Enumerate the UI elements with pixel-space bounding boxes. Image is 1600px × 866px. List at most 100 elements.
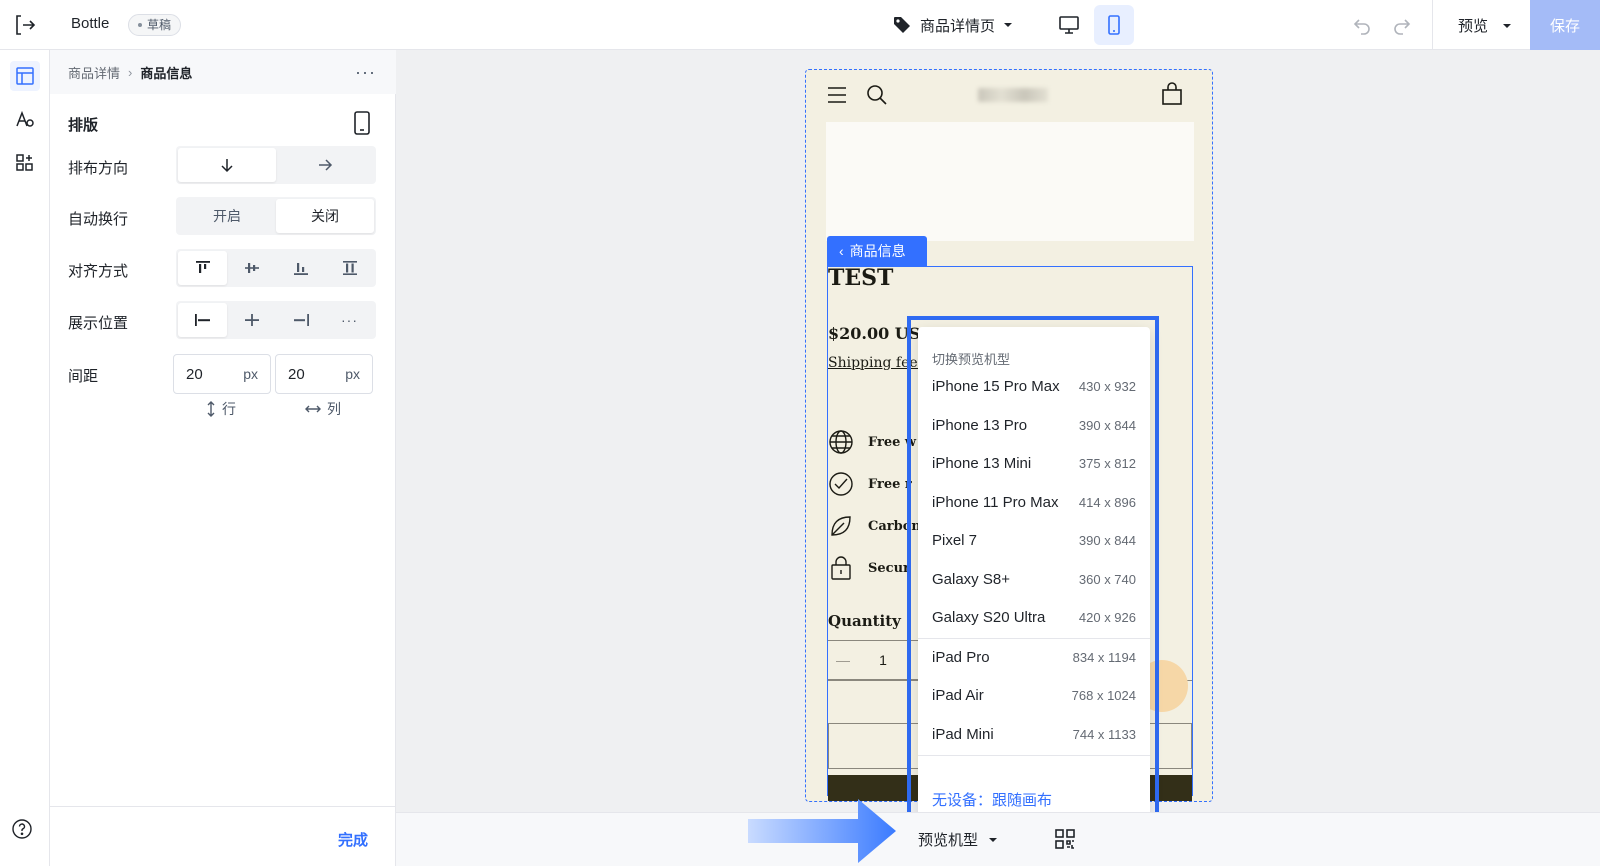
device-option[interactable]: iPhone 11 Pro Max 414 x 896 (918, 483, 1150, 521)
device-size: 414 x 896 (1078, 494, 1136, 510)
desktop-view-button[interactable] (1049, 5, 1089, 45)
preview-button[interactable]: 预览 (1458, 15, 1512, 36)
device-size: 420 x 926 (1078, 609, 1136, 625)
breadcrumb-current: 商品信息 (140, 65, 193, 81)
device-option[interactable]: iPhone 13 Pro 390 x 844 (918, 406, 1150, 444)
divider (1432, 0, 1433, 50)
wrap-toggle: 开启 关闭 (176, 197, 376, 235)
redo-icon[interactable] (1392, 15, 1412, 35)
page-selector-label: 商品详情页 (920, 17, 996, 35)
align-bottom-icon (293, 263, 308, 275)
device-size: 744 x 1133 (1072, 726, 1136, 742)
feature-item: Free w (828, 429, 916, 455)
style-icon[interactable] (10, 105, 40, 135)
selected-block-tag-label: 商品信息 (849, 243, 906, 259)
search-icon[interactable] (866, 84, 888, 106)
cart-icon[interactable] (1161, 82, 1183, 106)
leaf-icon (831, 516, 851, 536)
done-button[interactable]: 完成 (338, 829, 368, 850)
section-title: 排版 (68, 117, 99, 134)
align-top-option[interactable] (178, 251, 227, 285)
device-name: iPad Air (932, 686, 984, 704)
direction-vertical-option[interactable] (178, 148, 276, 182)
product-image (826, 122, 1194, 241)
mobile-icon[interactable] (352, 111, 372, 135)
desktop-icon (1059, 16, 1079, 34)
device-name: Galaxy S20 Ultra (932, 608, 1046, 626)
justify-start-icon (194, 314, 210, 326)
align-stretch-option[interactable] (325, 251, 374, 285)
device-name: Pixel 7 (932, 531, 978, 549)
device-size: 390 x 844 (1078, 532, 1136, 548)
dropdown-header: 切换预览机型 (932, 352, 1011, 367)
column-spacing-input[interactable]: 20 px (275, 354, 373, 394)
column-spacing-caption: 列 (305, 399, 341, 419)
device-name: iPhone 11 Pro Max (932, 493, 1059, 511)
check-circle-icon (829, 472, 853, 496)
more-icon[interactable]: ··· (355, 62, 376, 83)
caret-down-icon (988, 835, 998, 845)
row-spacing-input[interactable]: 20 px (173, 354, 271, 394)
device-option[interactable]: iPad Air 768 x 1024 (918, 676, 1150, 714)
device-option[interactable]: iPad Pro 834 x 1194 (918, 638, 1150, 676)
preview-label: 预览 (1458, 18, 1489, 35)
quantity-value[interactable]: 1 (858, 652, 908, 668)
feature-item: Secur (828, 555, 910, 581)
align-middle-icon (244, 263, 259, 273)
device-name: iPhone 13 Pro (932, 416, 1028, 434)
help-icon[interactable] (11, 818, 33, 840)
unit-label: px (243, 366, 258, 382)
exit-editor-icon[interactable] (12, 12, 38, 38)
align-toggle (176, 249, 376, 287)
chevron-right-icon: › (128, 64, 133, 80)
menu-icon[interactable] (826, 85, 848, 105)
quantity-decrease-button[interactable]: — (828, 652, 858, 668)
device-option[interactable]: Galaxy S20 Ultra 420 x 926 (918, 598, 1150, 636)
position-more-option[interactable]: ··· (325, 303, 374, 337)
row-spacing-caption: 行 (206, 399, 236, 419)
status-badge: 草稿 (128, 14, 182, 36)
device-name: iPhone 15 Pro Max (932, 377, 1060, 395)
lock-icon (831, 556, 851, 580)
selected-block-tag[interactable]: ‹ 商品信息 (827, 236, 927, 266)
wrap-off-option[interactable]: 关闭 (276, 199, 374, 233)
spacing-label: 间距 (68, 368, 99, 385)
position-start-option[interactable] (178, 303, 227, 337)
qr-code-icon[interactable] (1054, 828, 1076, 850)
device-option[interactable]: iPhone 13 Mini 375 x 812 (918, 444, 1150, 482)
layout-icon[interactable] (10, 61, 40, 91)
device-size: 375 x 812 (1078, 455, 1136, 471)
no-device-option[interactable]: 无设备：跟随画布 (932, 789, 1052, 810)
panel-footer: 完成 (50, 806, 396, 866)
row-spacing-value: 20 (186, 365, 203, 383)
chevron-left-icon: ‹ (839, 243, 844, 259)
save-button[interactable]: 保存 (1530, 0, 1600, 50)
align-middle-option[interactable] (227, 251, 276, 285)
device-name: iPhone 13 Mini (932, 454, 1032, 472)
device-dropdown: 切换预览机型 iPhone 15 Pro Max 430 x 932 iPhon… (918, 327, 1150, 818)
left-rail (0, 50, 50, 866)
store-header (806, 70, 1212, 120)
mobile-view-button[interactable] (1094, 5, 1134, 45)
device-name: Galaxy S8+ (932, 570, 1010, 588)
device-option[interactable]: iPhone 15 Pro Max 430 x 932 (918, 367, 1150, 405)
store-logo[interactable] (978, 88, 1048, 102)
breadcrumb-parent[interactable]: 商品详情 (68, 63, 120, 82)
undo-icon[interactable] (1352, 15, 1372, 35)
horizontal-arrows-icon (305, 405, 321, 413)
device-option[interactable]: Pixel 7 390 x 844 (918, 521, 1150, 559)
device-option[interactable]: iPad Mini 744 x 1133 (918, 715, 1150, 753)
position-label: 展示位置 (68, 315, 129, 332)
direction-toggle (176, 146, 376, 184)
device-option[interactable]: Galaxy S8+ 360 x 740 (918, 560, 1150, 598)
components-icon[interactable] (10, 148, 40, 178)
top-bar: Bottle 草稿 商品详情页 预览 保存 (0, 0, 1600, 50)
position-center-option[interactable] (227, 303, 276, 337)
wrap-on-option[interactable]: 开启 (178, 199, 276, 233)
position-end-option[interactable] (276, 303, 325, 337)
preview-model-button[interactable]: 预览机型 (918, 829, 998, 850)
align-bottom-option[interactable] (276, 251, 325, 285)
page-selector[interactable]: 商品详情页 (892, 12, 1013, 38)
direction-horizontal-option[interactable] (276, 148, 374, 182)
arrow-right-icon (748, 797, 898, 865)
